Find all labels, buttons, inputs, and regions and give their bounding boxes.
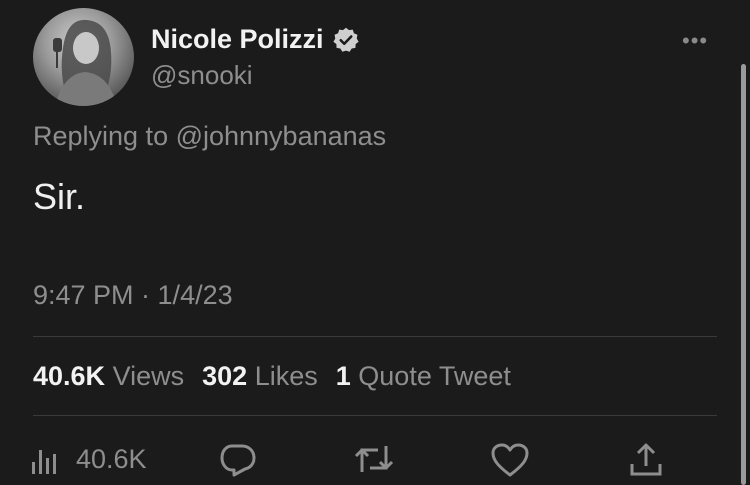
analytics-icon xyxy=(30,442,64,476)
share-button[interactable] xyxy=(628,442,664,478)
more-options-icon[interactable]: ••• xyxy=(682,28,708,54)
views-label: Views xyxy=(112,361,185,391)
quotes-label: Quote Tweet xyxy=(358,361,511,391)
like-button[interactable] xyxy=(490,442,530,478)
likes-label: Likes xyxy=(254,361,318,391)
likes-stat[interactable]: 302 Likes xyxy=(202,361,318,392)
divider xyxy=(33,336,717,337)
views-action-count: 40.6K xyxy=(76,443,147,474)
tweet-actions-bar: 40.6K xyxy=(0,438,750,485)
views-count: 40.6K xyxy=(33,361,106,391)
replying-to-label[interactable]: Replying to @johnnybananas xyxy=(33,121,386,152)
quote-tweets-stat[interactable]: 1 Quote Tweet xyxy=(336,361,511,392)
author-name-text[interactable]: Nicole Polizzi xyxy=(151,24,324,55)
tweet-timestamp[interactable]: 9:47 PM · 1/4/23 xyxy=(33,280,233,311)
reply-button[interactable] xyxy=(218,442,258,478)
reply-icon xyxy=(218,442,258,478)
author-avatar[interactable] xyxy=(33,8,134,106)
author-handle[interactable]: @snooki xyxy=(151,60,253,91)
analytics-button[interactable]: 40.6K xyxy=(30,442,147,476)
retweet-button[interactable] xyxy=(352,442,396,476)
scrollbar[interactable] xyxy=(741,64,746,485)
likes-count: 302 xyxy=(202,361,248,391)
engagement-stats: 40.6K Views 302 Likes 1 Quote Tweet xyxy=(33,361,511,392)
retweet-icon xyxy=(352,442,396,476)
quotes-count: 1 xyxy=(335,361,351,391)
share-icon xyxy=(628,442,664,478)
tweet-text: Sir. xyxy=(33,176,86,217)
divider xyxy=(33,415,717,416)
author-name[interactable]: Nicole Polizzi xyxy=(151,24,360,55)
like-icon xyxy=(490,442,530,478)
verified-badge-icon xyxy=(332,26,360,54)
views-stat[interactable]: 40.6K Views xyxy=(33,361,184,392)
